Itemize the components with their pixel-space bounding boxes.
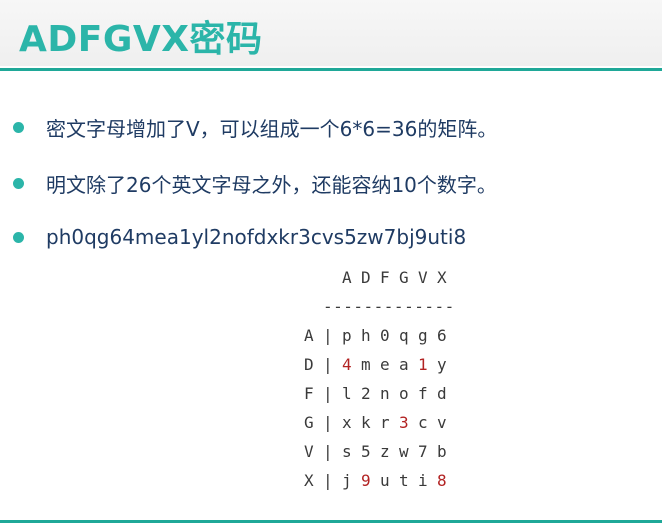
slide: ADFGVX密码 密文字母增加了V，可以组成一个6*6=36的矩阵。 明文除了2… bbox=[0, 0, 662, 523]
bullet-text: 密文字母增加了V，可以组成一个6*6=36的矩阵。 bbox=[46, 117, 498, 141]
slide-title: ADFGVX密码 bbox=[19, 19, 263, 60]
matrix-row-key: D bbox=[304, 355, 314, 374]
bullet-item: 明文除了26个英文字母之外，还能容纳10个数字。 bbox=[13, 169, 497, 198]
matrix-cell: 7 bbox=[418, 442, 428, 461]
matrix-cell: n bbox=[380, 384, 390, 403]
matrix-cell: r bbox=[380, 413, 390, 432]
matrix-cell: q bbox=[399, 326, 409, 345]
matrix-cell: 2 bbox=[361, 384, 371, 403]
matrix-cell: a bbox=[399, 355, 409, 374]
matrix-divider: | bbox=[323, 326, 333, 345]
bullet-text: 明文除了26个英文字母之外，还能容纳10个数字。 bbox=[46, 173, 497, 197]
matrix-row: F | l 2 n o f d bbox=[304, 379, 456, 408]
matrix-cell: k bbox=[361, 413, 371, 432]
matrix-row-key: V bbox=[304, 442, 314, 461]
matrix-row: A | p h 0 q g 6 bbox=[304, 321, 456, 350]
matrix-cell: l bbox=[342, 384, 352, 403]
matrix-row: D | 4 m e a 1 y bbox=[304, 350, 456, 379]
matrix-cell: d bbox=[437, 384, 447, 403]
matrix-row: V | s 5 z w 7 b bbox=[304, 437, 456, 466]
matrix-header-cell: X bbox=[437, 268, 447, 287]
matrix-cell: w bbox=[399, 442, 409, 461]
matrix-header-cell: G bbox=[399, 268, 409, 287]
matrix-corner bbox=[304, 263, 323, 292]
matrix-separator-line: ------------- bbox=[323, 297, 455, 316]
matrix-cell: 3 bbox=[399, 413, 409, 432]
matrix-header-cell: V bbox=[418, 268, 428, 287]
matrix-cell: 5 bbox=[361, 442, 371, 461]
matrix-cell: c bbox=[418, 413, 428, 432]
bullet-text: ph0qg64mea1yl2nofdxkr3cvs5zw7bj9uti8 bbox=[46, 225, 467, 249]
matrix-cell: h bbox=[361, 326, 371, 345]
matrix-cell: v bbox=[437, 413, 447, 432]
matrix-cell: 0 bbox=[380, 326, 390, 345]
matrix-corner bbox=[323, 263, 342, 292]
matrix-separator: ------------- bbox=[304, 292, 456, 321]
matrix-cell: u bbox=[380, 471, 390, 490]
matrix-cell: t bbox=[399, 471, 409, 490]
matrix-cell: j bbox=[342, 471, 352, 490]
matrix-row-key: A bbox=[304, 326, 314, 345]
matrix-cell: s bbox=[342, 442, 352, 461]
matrix-cell: 4 bbox=[342, 355, 352, 374]
matrix-cell: 8 bbox=[437, 471, 447, 490]
matrix-cell: o bbox=[399, 384, 409, 403]
matrix-header-cell: A bbox=[342, 268, 352, 287]
bullet-dot-icon bbox=[13, 122, 24, 133]
matrix-cell: 1 bbox=[418, 355, 428, 374]
matrix-cell: x bbox=[342, 413, 352, 432]
bullet-item: 密文字母增加了V，可以组成一个6*6=36的矩阵。 bbox=[13, 113, 497, 142]
matrix-row-key: G bbox=[304, 413, 314, 432]
matrix-header-row: ADFGVX bbox=[304, 263, 456, 292]
matrix-header-cell: D bbox=[361, 268, 371, 287]
matrix-cell: z bbox=[380, 442, 390, 461]
matrix-cell: f bbox=[418, 384, 428, 403]
adfgvx-matrix: A D F G V X ------------- A | p h 0 q g 6 D | 4 m e a 1 y F | l 2 n… bbox=[304, 263, 456, 495]
bullet-item: ph0qg64mea1yl2nofdxkr3cvs5zw7bj9uti8 bbox=[13, 225, 466, 249]
matrix-cell: 9 bbox=[361, 471, 371, 490]
matrix-cell: p bbox=[342, 326, 352, 345]
bullet-dot-icon bbox=[13, 231, 24, 243]
matrix-divider: | bbox=[323, 442, 333, 461]
matrix-header-cell: F bbox=[380, 268, 390, 287]
matrix-divider: | bbox=[323, 471, 333, 490]
matrix-divider: | bbox=[323, 384, 333, 403]
matrix-row: G | x k r 3 c v bbox=[304, 408, 456, 437]
matrix-cell: y bbox=[437, 355, 447, 374]
matrix-divider: | bbox=[323, 413, 333, 432]
matrix-row-key: X bbox=[304, 471, 314, 490]
bullet-dot-icon bbox=[13, 178, 24, 189]
matrix-cell: 6 bbox=[437, 326, 447, 345]
matrix-row-key: F bbox=[304, 384, 314, 403]
matrix-cell: b bbox=[437, 442, 447, 461]
matrix-cell: g bbox=[418, 326, 428, 345]
matrix-cell: e bbox=[380, 355, 390, 374]
matrix-cell: i bbox=[418, 471, 428, 490]
matrix-divider: | bbox=[323, 355, 333, 374]
matrix-cell: m bbox=[361, 355, 371, 374]
matrix-row: X | j 9 u t i 8 bbox=[304, 466, 456, 495]
title-divider bbox=[0, 68, 662, 71]
